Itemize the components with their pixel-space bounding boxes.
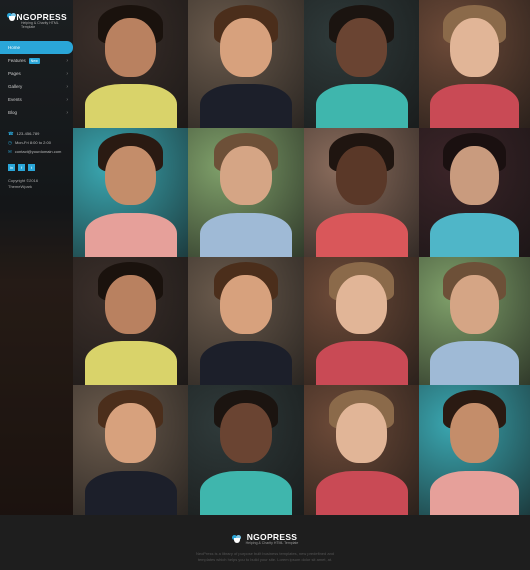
nav-item-label: Features (8, 58, 26, 63)
gallery-photo[interactable] (188, 0, 304, 128)
main-nav: Home Features New › Pages › Gallery › Eve… (0, 41, 73, 119)
nav-item-features[interactable]: Features New › (0, 54, 73, 67)
logo-icon (7, 13, 16, 21)
gallery-photo[interactable] (419, 128, 530, 257)
linkedin-icon[interactable]: in (8, 164, 15, 171)
footer-tagline: Helping & Charity HTML Template (245, 541, 299, 545)
nav-item-blog[interactable]: Blog › (0, 106, 73, 119)
gallery-grid (73, 0, 530, 515)
chevron-right-icon: › (66, 57, 68, 64)
phone-icon: ☎ (8, 130, 14, 136)
new-badge: New (28, 58, 40, 64)
chevron-right-icon: › (66, 109, 68, 116)
gallery-photo[interactable] (188, 385, 304, 515)
gallery-photo[interactable] (419, 257, 530, 385)
chevron-right-icon: › (66, 70, 68, 77)
gallery-photo[interactable] (73, 0, 188, 128)
page: NGOPRESS Helping & Charity HTML Template… (0, 0, 530, 570)
nav-item-home[interactable]: Home (0, 41, 73, 54)
footer-logo[interactable]: NGOPRESS Helping & Charity HTML Template (0, 532, 530, 545)
logo-icon (231, 534, 242, 543)
brand-tagline: Helping & Charity HTML Template (21, 21, 59, 29)
contact-phone: ☎ 123-456-789 (8, 130, 40, 137)
social-links: in f t (0, 156, 73, 171)
contact-info: ☎ 123-456-789 ◷ Mon-Fri 8:00 to 2:00 ✉ cont… (0, 129, 73, 156)
nav-item-label: Events (8, 97, 22, 102)
twitter-icon[interactable]: t (28, 164, 35, 171)
footer: NGOPRESS Helping & Charity HTML Template… (0, 515, 530, 570)
facebook-icon[interactable]: f (18, 164, 25, 171)
nav-item-label: Blog (8, 110, 18, 115)
sidebar: NGOPRESS Helping & Charity HTML Template… (0, 0, 73, 515)
mail-icon: ✉ (8, 148, 12, 154)
contact-hours: ◷ Mon-Fri 8:00 to 2:00 (8, 139, 51, 146)
gallery-photo[interactable] (419, 0, 530, 128)
gallery-photo[interactable] (73, 257, 188, 385)
gallery-photo[interactable] (304, 0, 419, 128)
chevron-right-icon: › (66, 83, 68, 90)
clock-icon: ◷ (8, 139, 12, 145)
gallery-photo[interactable] (304, 257, 419, 385)
footer-description: NeoPress is a library of purpose built b… (195, 551, 335, 562)
gallery-photo[interactable] (73, 128, 188, 257)
gallery-photo[interactable] (304, 128, 419, 257)
gallery-photo[interactable] (304, 385, 419, 515)
contact-email[interactable]: ✉ contact@yourdomain.com (8, 147, 73, 156)
gallery-photo[interactable] (419, 385, 530, 515)
nav-item-label: Pages (8, 71, 21, 76)
nav-item-events[interactable]: Events › (0, 93, 73, 106)
copyright: Copyright ©2016 ThemeWpark (8, 178, 39, 189)
nav-item-label: Gallery (8, 84, 23, 89)
gallery-photo[interactable] (188, 128, 304, 257)
nav-item-pages[interactable]: Pages › (0, 67, 73, 80)
nav-item-label: Home (8, 45, 21, 50)
gallery-photo[interactable] (188, 257, 304, 385)
nav-item-gallery[interactable]: Gallery › (0, 80, 73, 93)
brand-logo[interactable]: NGOPRESS (0, 0, 73, 22)
gallery-photo[interactable] (73, 385, 188, 515)
chevron-right-icon: › (66, 96, 68, 103)
